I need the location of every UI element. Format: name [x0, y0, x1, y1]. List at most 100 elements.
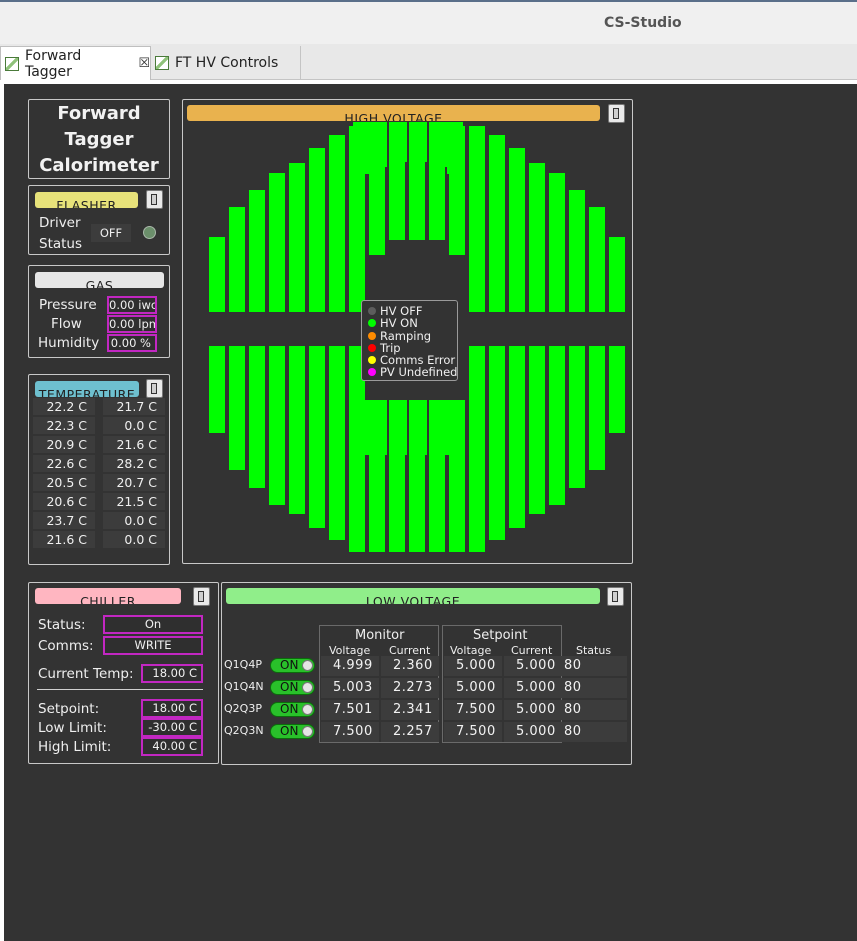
current-temp-value: 18.00 C — [141, 664, 203, 683]
hv-inner-channel[interactable] — [353, 122, 369, 174]
temperature-reading: 22.3 C — [33, 417, 95, 434]
title-line: Tagger — [64, 129, 134, 150]
pv-undefined-dot-icon — [368, 368, 376, 376]
tab-label: Forward Tagger — [24, 47, 82, 80]
chiller-expand-button[interactable] — [193, 587, 210, 606]
chiller-status-label: Status: — [38, 617, 86, 633]
hv-inner-channel[interactable] — [447, 400, 463, 455]
hv-channel-bar[interactable] — [329, 135, 345, 312]
driver-label: Driver — [39, 215, 81, 231]
hv-channel-bar[interactable] — [229, 346, 245, 470]
toggle-knob-icon — [302, 660, 313, 671]
hv-channel-bar[interactable] — [509, 148, 525, 312]
lv-status-value: 80 — [562, 700, 627, 720]
lv-power-toggle[interactable]: ON — [270, 680, 315, 695]
hv-channel-bar[interactable] — [509, 346, 525, 528]
flasher-state-value: OFF — [91, 224, 131, 242]
lv-power-toggle[interactable]: ON — [270, 702, 315, 717]
title-line: Calorimeter — [39, 155, 159, 176]
content-frame: Forward Tagger Calorimeter FLASHER Drive… — [0, 80, 857, 941]
tab-forward-tagger[interactable]: Forward Tagger ☒ — [0, 46, 151, 80]
hv-inner-channel[interactable] — [447, 122, 463, 174]
hv-channel-bar[interactable] — [489, 346, 505, 540]
hv-channel-bar[interactable] — [269, 346, 285, 505]
temperature-reading: 0.0 C — [103, 417, 165, 434]
hv-inner-channel[interactable] — [409, 122, 427, 162]
legend-hv-on: HV ON — [368, 316, 418, 330]
hv-channel-bar[interactable] — [609, 237, 625, 312]
tab-close-icon[interactable]: ☒ — [138, 56, 150, 71]
hv-inner-channel[interactable] — [409, 400, 427, 455]
lv-channel-name: Q2Q3N — [224, 724, 264, 737]
hv-channel-bar[interactable] — [309, 346, 325, 528]
hv-channel-bar[interactable] — [209, 346, 225, 433]
lv-power-toggle[interactable]: ON — [270, 658, 315, 673]
hv-channel-bar[interactable] — [329, 346, 345, 540]
trip-dot-icon — [368, 344, 376, 352]
humidity-value: 0.00 % — [107, 334, 157, 352]
high-limit-value: 40.00 C — [141, 737, 203, 756]
flasher-expand-button[interactable] — [146, 190, 163, 209]
hv-inner-channel[interactable] — [429, 122, 447, 167]
current-temp-label: Current Temp: — [38, 666, 134, 682]
lv-power-toggle[interactable]: ON — [270, 724, 315, 739]
hv-channel-bar[interactable] — [249, 190, 265, 312]
chiller-panel: CHILLER Status: On Comms: WRITE Current … — [28, 582, 219, 764]
hv-inner-channel[interactable] — [369, 400, 387, 455]
hv-channel-bar[interactable] — [309, 148, 325, 312]
toggle-label: ON — [280, 724, 299, 738]
hv-inner-channel[interactable] — [369, 122, 387, 167]
display-file-icon — [155, 56, 169, 70]
temperature-reading: 21.7 C — [103, 398, 165, 415]
tab-ft-hv-controls[interactable]: FT HV Controls — [151, 46, 301, 80]
temperature-reading: 20.7 C — [103, 474, 165, 491]
temperature-reading: 21.6 C — [33, 531, 95, 548]
hv-channel-bar[interactable] — [289, 163, 305, 312]
setpoint-value: 18.00 C — [141, 699, 203, 718]
low-voltage-expand-button[interactable] — [607, 587, 624, 606]
status-label: Status — [39, 236, 83, 252]
temperature-reading: 28.2 C — [103, 455, 165, 472]
hv-channel-bar[interactable] — [589, 346, 605, 470]
temperature-reading: 23.7 C — [33, 512, 95, 529]
toggle-label: ON — [280, 702, 299, 716]
chiller-divider — [37, 689, 203, 690]
temperature-expand-button[interactable] — [146, 379, 163, 398]
hv-channel-bar[interactable] — [529, 346, 545, 514]
hv-inner-channel[interactable] — [429, 400, 447, 455]
lv-set-v-value: 7.500 — [444, 722, 502, 742]
hv-channel-bar[interactable] — [569, 346, 585, 488]
humidity-label: Humidity — [38, 335, 100, 351]
temperature-reading: 22.6 C — [33, 455, 95, 472]
hv-inner-channel[interactable] — [389, 400, 407, 455]
hv-channel-bar[interactable] — [469, 346, 485, 552]
legend-pv-undefined: PV Undefined — [368, 365, 457, 379]
display-file-icon — [5, 56, 19, 71]
app-title: CS-Studio — [604, 15, 682, 31]
hv-channel-bar[interactable] — [209, 237, 225, 312]
hv-channel-bar[interactable] — [529, 163, 545, 312]
hv-channel-bar[interactable] — [589, 207, 605, 312]
hv-channel-bar[interactable] — [269, 173, 285, 312]
hv-channel-bar[interactable] — [229, 207, 245, 312]
window-title-bar: CS-Studio — [0, 0, 857, 44]
lv-set-i-value: 5.000 — [504, 678, 562, 698]
hv-channel-bar[interactable] — [569, 190, 585, 312]
hv-channel-bar[interactable] — [549, 346, 565, 505]
hv-inner-channel[interactable] — [353, 400, 369, 455]
hv-channel-bar[interactable] — [249, 346, 265, 488]
hv-channel-bar[interactable] — [609, 346, 625, 433]
comms-error-dot-icon — [368, 356, 376, 364]
high-limit-label: High Limit: — [38, 739, 112, 755]
lv-channel-name: Q1Q4P — [224, 658, 262, 671]
setpoint-header: Setpoint — [473, 628, 528, 643]
title-box: Forward Tagger Calorimeter — [28, 99, 170, 179]
hv-channel-bar[interactable] — [289, 346, 305, 514]
hv-inner-channel[interactable] — [389, 122, 407, 162]
hv-channel-bar[interactable] — [549, 173, 565, 312]
lv-mon-v-value: 7.500 — [321, 722, 379, 742]
ramping-dot-icon — [368, 332, 376, 340]
temperature-reading: 21.5 C — [103, 493, 165, 510]
hv-channel-bar[interactable] — [489, 135, 505, 312]
hv-channel-bar[interactable] — [469, 126, 485, 312]
